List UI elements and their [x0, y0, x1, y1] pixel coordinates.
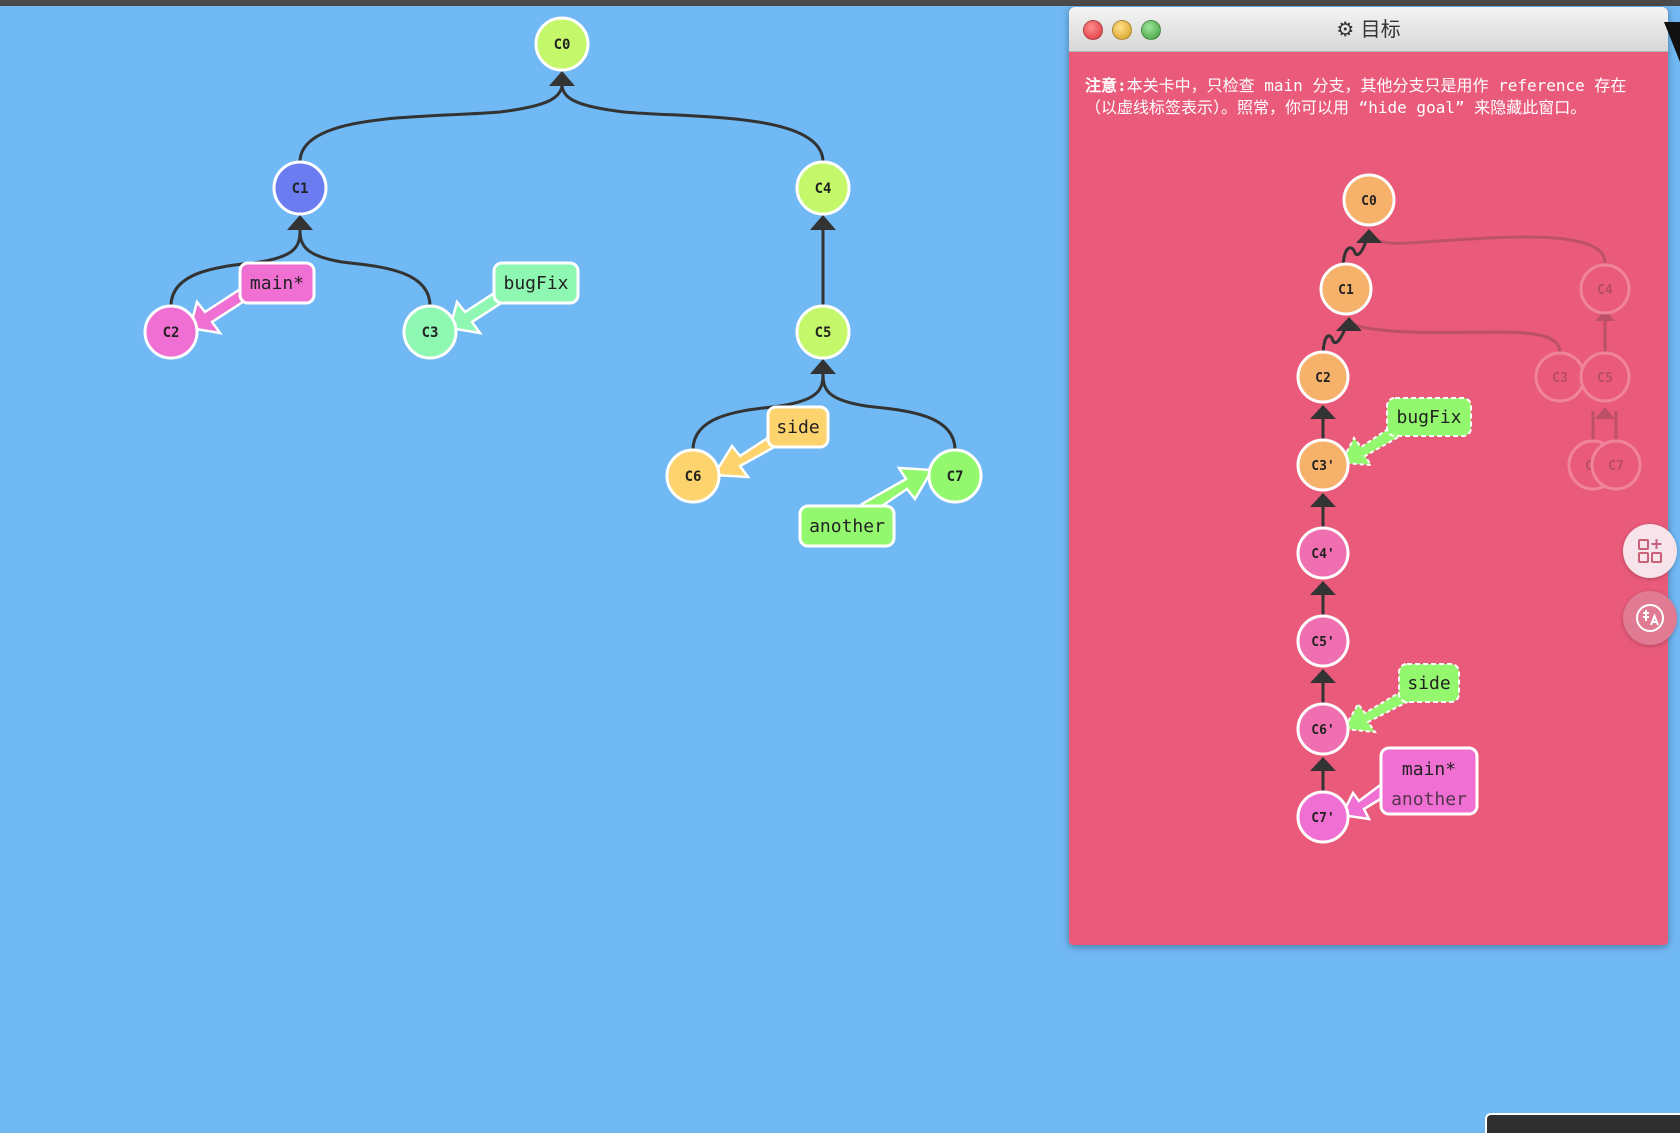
arrowhead: [1595, 407, 1615, 419]
goal-commit[interactable]: C7': [1296, 790, 1350, 844]
reference-commit: C3: [1534, 351, 1586, 403]
edge-ref-c3-c1: [1347, 318, 1562, 354]
tree-arrowheads: [287, 71, 836, 374]
goal-commit[interactable]: C6': [1296, 702, 1350, 756]
arrowhead: [287, 215, 313, 230]
apps-plus-icon: [1638, 539, 1662, 563]
goal-commit[interactable]: C1: [1319, 262, 1373, 316]
commit-node[interactable]: C1: [272, 160, 328, 216]
branch-label-side[interactable]: side: [766, 405, 830, 449]
branch-label-text-secondary: another: [1391, 789, 1467, 810]
arrowhead: [549, 71, 575, 86]
reference-commit: C7: [1590, 439, 1642, 491]
edge-c1-c0: [298, 85, 564, 163]
commit-label: C6': [1311, 723, 1334, 738]
arrowhead: [810, 359, 836, 374]
commit-label: C1: [1338, 283, 1354, 298]
commit-label: C5': [1311, 635, 1334, 650]
commit-label: C3': [1311, 459, 1334, 474]
commit-label: C3: [422, 325, 439, 341]
arrowhead: [1310, 493, 1336, 507]
commit-label: C7: [1608, 459, 1624, 474]
commit-node[interactable]: C7: [927, 448, 983, 504]
commit-label: C3: [1552, 371, 1568, 386]
commit-node[interactable]: C5: [795, 304, 851, 360]
branch-label-bugfix[interactable]: bugFix: [492, 261, 580, 305]
goal-window[interactable]: ⚙ 目标 注意:本关卡中，只检查 main 分支，其他分支只是用作 refere…: [1069, 7, 1668, 945]
branch-label-bugfix[interactable]: bugFix: [1386, 397, 1472, 437]
goal-commit[interactable]: C0: [1342, 173, 1396, 227]
branch-label-text: another: [809, 516, 885, 537]
commit-label: C1: [292, 181, 309, 197]
branch-labels: main* bugFix side another: [238, 261, 896, 548]
edge-c4-c0: [560, 85, 825, 163]
arrowhead: [1356, 229, 1382, 243]
goal-commit[interactable]: C5': [1296, 614, 1350, 668]
commit-label: C2: [163, 325, 180, 341]
commit-node[interactable]: C2: [143, 304, 199, 360]
arrowhead: [1310, 757, 1336, 771]
branch-label-side[interactable]: side: [1398, 663, 1460, 703]
bottom-panel-edge: [1485, 1113, 1680, 1133]
commit-tree: C0 C1 C2 C3 C4 C5 C6 C7 main* bugFix sid…: [143, 16, 983, 548]
commit-label: C6: [685, 469, 702, 485]
goal-commit[interactable]: C4': [1296, 526, 1350, 580]
arrowhead: [810, 215, 836, 230]
arrowhead: [1310, 669, 1336, 683]
reference-commit: C4: [1579, 263, 1631, 315]
branch-label-main[interactable]: main* another: [1379, 746, 1479, 816]
branch-label-text: bugFix: [503, 273, 568, 294]
arrowhead: [1336, 317, 1362, 331]
branch-label-text: main*: [1402, 759, 1456, 780]
goal-branch-labels: bugFix side main* another: [1379, 397, 1479, 816]
commit-label: C5: [815, 325, 832, 341]
commit-node[interactable]: C0: [534, 16, 590, 72]
commit-node[interactable]: C6: [665, 448, 721, 504]
edge-c3-c1: [298, 229, 432, 307]
branch-label-text: side: [1407, 673, 1450, 694]
goal-commit[interactable]: C2: [1296, 350, 1350, 404]
branch-label-another[interactable]: another: [798, 504, 896, 548]
branch-label-text: side: [776, 417, 819, 438]
translate-icon: [1636, 604, 1664, 632]
edge-ref-c4-c0: [1367, 230, 1607, 264]
branch-label-text: bugFix: [1396, 407, 1461, 428]
reference-commit: C5: [1579, 351, 1631, 403]
commit-label: C4': [1311, 547, 1334, 562]
edge-c7-c5: [821, 373, 957, 451]
commit-label: C5: [1597, 371, 1613, 386]
reference-tree: C4 C3 C5 C6 C7: [1347, 230, 1642, 491]
branch-label-main[interactable]: main*: [238, 261, 316, 305]
arrowhead: [1310, 405, 1336, 419]
commit-label: C4: [1597, 283, 1613, 298]
goal-commit-nodes: C0 C1 C2 C3' C4' C5' C6' C7': [1296, 173, 1396, 844]
branch-label-text: main*: [250, 273, 304, 294]
commit-node[interactable]: C4: [795, 160, 851, 216]
translate-button[interactable]: [1623, 591, 1677, 645]
commit-label: C0: [1361, 194, 1377, 209]
apps-button[interactable]: [1623, 524, 1677, 578]
commit-label: C0: [554, 37, 571, 53]
commit-label: C2: [1315, 371, 1331, 386]
commit-label: C4: [815, 181, 832, 197]
commit-node[interactable]: C3: [402, 304, 458, 360]
goal-commit[interactable]: C3': [1296, 438, 1350, 492]
goal-commit-tree: C4 C3 C5 C6 C7: [1296, 173, 1642, 844]
commit-label: C7: [947, 469, 964, 485]
arrowhead: [1310, 581, 1336, 595]
commit-label: C7': [1311, 811, 1334, 826]
